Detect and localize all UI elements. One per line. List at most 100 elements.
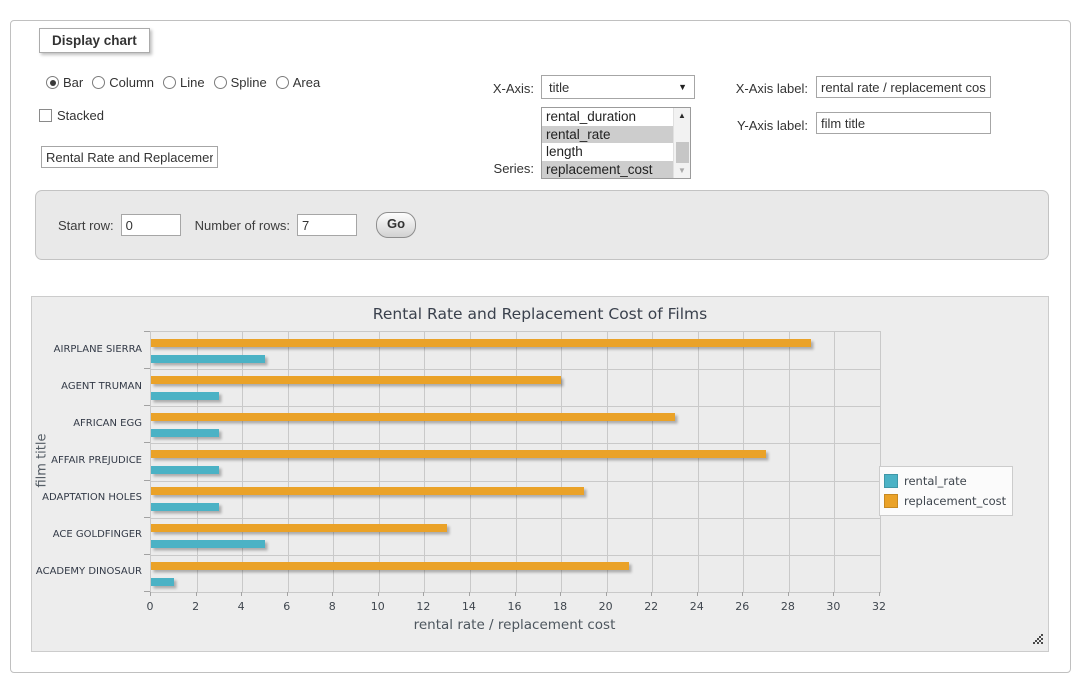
radio-label: Area [293,75,320,90]
legend-entry-rental_rate: rental_rate [884,471,1006,491]
series-option-replacement_cost[interactable]: replacement_cost [542,161,673,179]
x-tick-mark [742,592,743,596]
x-tick-label: 24 [677,600,717,613]
grid-line-horizontal [151,518,880,519]
grid-line-vertical [698,332,699,592]
y-category-label: ACE GOLDFINGER [32,529,142,540]
grid-line-vertical [288,332,289,592]
x-tick-mark [378,592,379,596]
x-tick-label: 14 [449,600,489,613]
bar-replacement_cost [151,339,811,347]
x-tick-mark [196,592,197,596]
x-tick-label: 8 [312,600,352,613]
chart-type-option-area[interactable]: Area [276,75,320,90]
grid-line-vertical [424,332,425,592]
y-axis-label-text: Y-Axis label: [641,118,808,133]
start-row-label: Start row: [58,218,114,233]
x-tick-mark [423,592,424,596]
legend-swatch [884,494,898,508]
bar-rental_rate [151,578,174,586]
bar-rental_rate [151,503,219,511]
grid-line-vertical [834,332,835,592]
x-tick-label: 32 [859,600,899,613]
x-tick-mark [879,592,880,596]
x-tick-label: 26 [722,600,762,613]
grid-line-vertical [516,332,517,592]
x-tick-mark [469,592,470,596]
grid-line-vertical [379,332,380,592]
stacked-checkbox-row[interactable]: Stacked [39,108,104,123]
bar-replacement_cost [151,524,447,532]
radio-label: Spline [231,75,267,90]
x-tick-label: 22 [631,600,671,613]
x-axis-select-value: title [549,80,569,95]
y-category-label: AIRPLANE SIERRA [32,344,142,355]
radio-icon[interactable] [276,76,289,89]
grid-line-horizontal [151,443,880,444]
grid-line-vertical [652,332,653,592]
y-category-label: AFRICAN EGG [32,418,142,429]
x-tick-label: 30 [813,600,853,613]
chart-type-option-bar[interactable]: Bar [46,75,83,90]
y-tick-mark [144,442,150,443]
x-axis-select-label: X-Axis: [436,81,534,96]
grid-line-horizontal [151,555,880,556]
grid-line-vertical [197,332,198,592]
chart-title-input[interactable] [41,146,218,168]
x-tick-label: 12 [403,600,443,613]
y-axis-label-input[interactable] [816,112,991,134]
resize-handle-icon[interactable] [1033,634,1044,645]
grid-line-vertical [607,332,608,592]
y-category-label: AFFAIR PREJUDICE [32,455,142,466]
stacked-label: Stacked [57,108,104,123]
x-tick-label: 0 [130,600,170,613]
x-tick-label: 10 [358,600,398,613]
chart-type-option-spline[interactable]: Spline [214,75,267,90]
go-button[interactable]: Go [376,212,416,238]
x-tick-label: 4 [221,600,261,613]
radio-icon[interactable] [163,76,176,89]
fieldset-legend-text: Display chart [52,33,137,48]
chart-legend: rental_ratereplacement_cost [879,466,1013,516]
bar-replacement_cost [151,376,561,384]
display-chart-fieldset: Display chart Bar Column Line Spline Area St… [10,20,1071,673]
x-tick-mark [788,592,789,596]
chart-type-radiogroup: Bar Column Line Spline Area [46,75,320,90]
start-row-input[interactable] [121,214,181,236]
grid-line-vertical [789,332,790,592]
bar-rental_rate [151,355,265,363]
chart-type-option-column[interactable]: Column [92,75,154,90]
radio-icon[interactable] [92,76,105,89]
bar-rental_rate [151,392,219,400]
series-listbox-label: Series: [436,161,534,176]
x-tick-label: 28 [768,600,808,613]
x-tick-mark [560,592,561,596]
plot-area [150,331,881,593]
x-tick-mark [150,592,151,596]
y-category-label: ADAPTATION HOLES [32,492,142,503]
radio-label: Line [180,75,205,90]
legend-swatch [884,474,898,488]
grid-line-vertical [333,332,334,592]
x-axis-label-input[interactable] [816,76,991,98]
row-range-panel: Start row: Number of rows: Go [35,190,1049,260]
series-option-length[interactable]: length [542,143,673,161]
number-of-rows-input[interactable] [297,214,357,236]
stacked-checkbox[interactable] [39,109,52,122]
grid-line-vertical [561,332,562,592]
grid-line-horizontal [151,406,880,407]
x-tick-label: 18 [540,600,580,613]
radio-icon[interactable] [214,76,227,89]
legend-label: rental_rate [904,474,967,488]
scrollbar-thumb[interactable] [676,142,689,164]
chart-container: Rental Rate and Replacement Cost of Film… [31,296,1049,652]
bar-replacement_cost [151,413,675,421]
scroll-down-icon[interactable]: ▼ [674,163,690,178]
x-tick-mark [606,592,607,596]
fieldset-legend: Display chart [39,28,150,53]
radio-icon[interactable] [46,76,59,89]
grid-line-vertical [242,332,243,592]
chart-type-option-line[interactable]: Line [163,75,205,90]
chart-title: Rental Rate and Replacement Cost of Film… [32,305,1048,323]
bar-rental_rate [151,429,219,437]
